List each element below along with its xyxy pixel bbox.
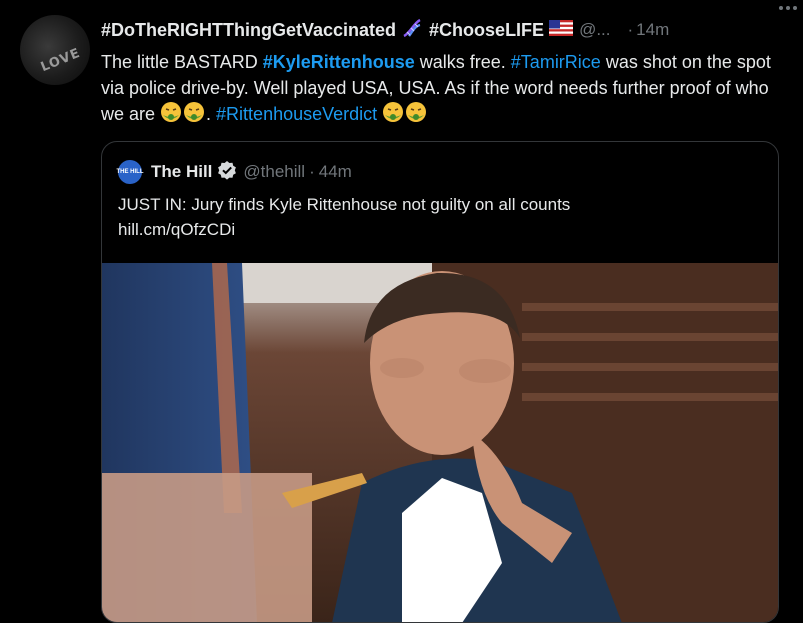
handle[interactable]: @... (579, 20, 610, 40)
nauseated-face-emoji-icon (405, 101, 427, 130)
tweet-header: #DoTheRIGHTThingGetVaccinated #ChooseLIF… (101, 16, 791, 44)
hashtag-tamirrice[interactable]: #TamirRice (511, 52, 601, 72)
quoted-text-line: JUST IN: Jury finds Kyle Rittenhouse not… (118, 195, 571, 214)
avatar[interactable]: LOVE (20, 15, 90, 85)
timestamp[interactable]: 14m (636, 20, 669, 40)
quoted-display-name[interactable]: The Hill (151, 162, 212, 182)
quoted-link[interactable]: hill.cm/qOfzCDi (118, 217, 758, 242)
tweet-text-part: The little BASTARD (101, 52, 263, 72)
display-name-part-1[interactable]: #DoTheRIGHTThingGetVaccinated (101, 20, 396, 41)
tweet-text: The little BASTARD #KyleRittenhouse walk… (101, 49, 791, 130)
avatar-text: LOVE (38, 45, 83, 76)
tweet-text-part: walks free. (414, 52, 511, 72)
quoted-handle[interactable]: @thehill (243, 162, 305, 182)
nauseated-face-emoji-icon (183, 101, 205, 130)
courtroom-photo (102, 263, 778, 622)
quoted-tweet-header: THE HILL The Hill @thehill · 44m (117, 160, 352, 185)
us-flag-icon (549, 19, 574, 41)
tweet-text-part: . (206, 104, 217, 124)
nauseated-face-emoji-icon (382, 101, 404, 130)
nauseated-face-emoji-icon (160, 101, 182, 130)
hashtag-rittenhouseverdict[interactable]: #RittenhouseVerdict (216, 104, 377, 124)
hashtag-kylerittenhouse[interactable]: #KyleRittenhouse (263, 52, 415, 72)
quoted-timestamp[interactable]: 44m (319, 162, 352, 182)
separator-dot: · (309, 162, 315, 181)
the-hill-logo[interactable]: THE HILL (117, 160, 144, 184)
verified-badge-icon (217, 160, 237, 185)
dna-icon (401, 17, 423, 44)
quoted-tweet[interactable]: THE HILL The Hill @thehill · 44m JUST IN… (101, 141, 779, 623)
more-options-icon[interactable] (779, 6, 797, 10)
quoted-tweet-photo[interactable] (102, 263, 778, 622)
separator-dot: · (627, 20, 634, 39)
quoted-tweet-text: JUST IN: Jury finds Kyle Rittenhouse not… (118, 192, 758, 242)
display-name-part-2[interactable]: #ChooseLIFE (429, 20, 544, 41)
